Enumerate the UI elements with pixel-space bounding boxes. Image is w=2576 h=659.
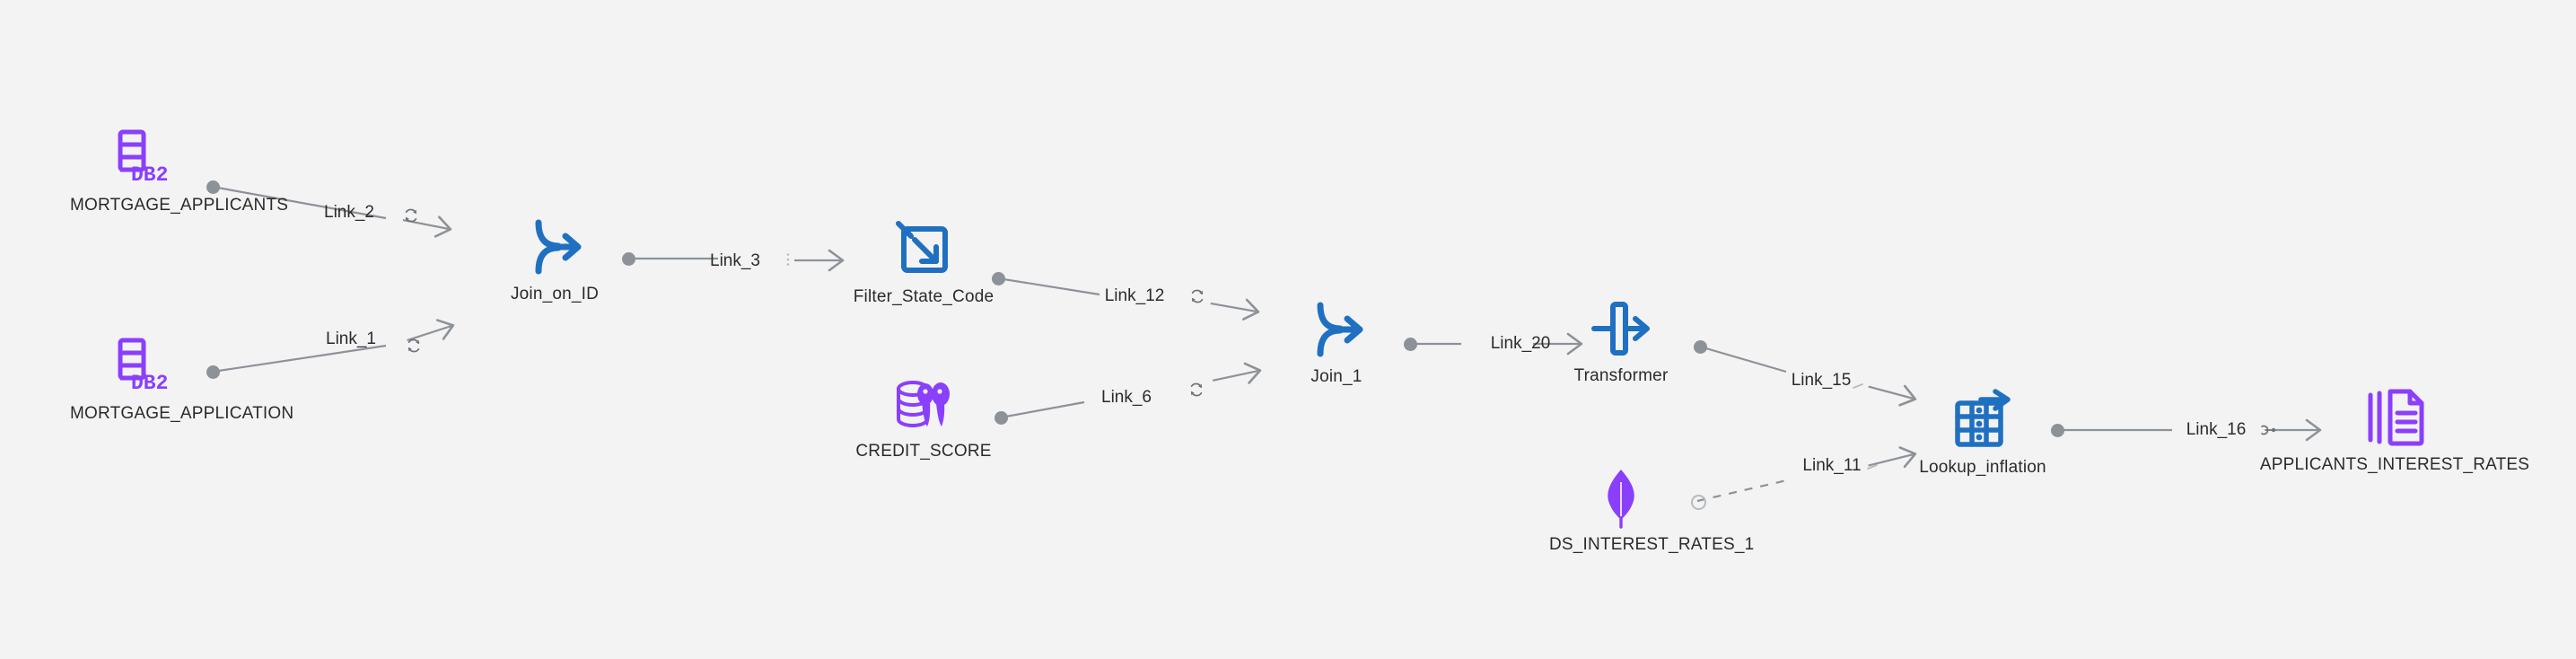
link-label-link_12[interactable]: Link_12 <box>1105 286 1165 306</box>
svg-text:DB2: DB2 <box>131 163 168 187</box>
node-ds_interest_rates_1[interactable]: DS_INTEREST_RATES_1 <box>1549 463 1755 555</box>
link-label-link_3[interactable]: Link_3 <box>710 251 760 271</box>
node-label: DS_INTEREST_RATES_1 <box>1549 535 1755 554</box>
link-label-link_15[interactable]: Link_15 <box>1792 371 1852 391</box>
sync-icon[interactable] <box>405 337 423 358</box>
node-filter_state_code[interactable]: Filter_State_Code <box>852 215 995 307</box>
lookup-grid-icon <box>1911 386 2055 456</box>
arrowhead-link_3 <box>794 249 845 272</box>
db2-database-icon: DB2 <box>70 124 214 194</box>
db2-database-icon: DB2 <box>70 332 214 402</box>
node-label: Join_on_ID <box>510 285 600 303</box>
link-label-link_2[interactable]: Link_2 <box>324 203 374 223</box>
link-label-link_16[interactable]: Link_16 <box>2186 420 2247 440</box>
small-tick-icon[interactable] <box>1864 458 1882 479</box>
port-p_join_on_id_out[interactable] <box>621 251 635 266</box>
mongodb-leaf-icon <box>1549 463 1693 533</box>
node-mortgage_application[interactable]: DB2 MORTGAGE_APPLICATION <box>70 332 294 424</box>
node-label: CREDIT_SCORE <box>855 442 992 461</box>
port-p_ds_interest_rates_out[interactable] <box>1690 494 1706 510</box>
sync-icon[interactable] <box>402 206 420 228</box>
port-p_join_1_out[interactable] <box>1403 337 1417 351</box>
wire-link_6[interactable] <box>1000 400 1085 419</box>
node-label: Transformer <box>1573 366 1669 385</box>
document-output-icon <box>2242 383 2547 453</box>
node-label: APPLICANTS_INTEREST_RATES <box>2259 455 2530 474</box>
node-mortgage_applicants[interactable]: DB2 MORTGAGE_APPLICANTS <box>70 124 289 215</box>
node-lookup_inflation[interactable]: Lookup_inflation <box>1911 386 2055 478</box>
port-p_mortgage_applicants_out[interactable] <box>206 180 220 194</box>
link-label-link_20[interactable]: Link_20 <box>1491 334 1551 354</box>
node-label: MORTGAGE_APPLICATION <box>70 404 294 423</box>
node-label: Join_1 <box>1310 367 1362 386</box>
node-join_1[interactable]: Join_1 <box>1265 295 1408 387</box>
sync-icon[interactable] <box>1188 287 1206 309</box>
node-applicants_interest_rates[interactable]: APPLICANTS_INTEREST_RATES <box>2242 383 2547 475</box>
port-p_transformer_out[interactable] <box>1693 339 1707 354</box>
node-label: MORTGAGE_APPLICANTS <box>70 196 289 215</box>
sync-icon[interactable] <box>1187 381 1205 402</box>
wire-link_15[interactable] <box>1699 345 1787 373</box>
node-join_on_id[interactable]: Join_on_ID <box>483 213 626 304</box>
overflow-menu-icon[interactable] <box>779 250 797 272</box>
wire-link_11[interactable] <box>1696 478 1792 503</box>
join-merge-icon <box>483 213 626 283</box>
port-p_mortgage_application_out[interactable] <box>206 365 220 379</box>
port-p_filter_state_code_out[interactable] <box>991 271 1005 286</box>
port-p_credit_score_out[interactable] <box>994 410 1008 425</box>
filter-arrow-icon <box>852 215 995 286</box>
node-transformer[interactable]: Transformer <box>1549 294 1693 386</box>
transformer-icon <box>1549 294 1693 365</box>
wire-link_1[interactable] <box>212 344 387 373</box>
wire-link_12[interactable] <box>997 277 1100 296</box>
key-link-icon[interactable] <box>2259 421 2277 443</box>
node-label: Lookup_inflation <box>1919 458 2046 477</box>
small-tick-icon[interactable] <box>1850 377 1868 399</box>
postgresql-icon <box>852 370 995 440</box>
link-label-link_11[interactable]: Link_11 <box>1802 456 1861 476</box>
node-credit_score[interactable]: CREDIT_SCORE <box>852 370 995 461</box>
port-p_lookup_inflation_out[interactable] <box>2050 423 2064 437</box>
node-label: Filter_State_Code <box>853 287 994 306</box>
arrowhead-link_12 <box>1210 298 1260 321</box>
flow-canvas[interactable]: DB2 MORTGAGE_APPLICANTS DB2 MORTGAGE_APPLIC… <box>0 0 2576 659</box>
link-label-link_1[interactable]: Link_1 <box>326 330 376 349</box>
arrowhead-link_6 <box>1212 362 1262 384</box>
svg-text:DB2: DB2 <box>131 372 168 395</box>
link-label-link_6[interactable]: Link_6 <box>1101 388 1152 408</box>
join-merge-icon <box>1265 295 1408 365</box>
